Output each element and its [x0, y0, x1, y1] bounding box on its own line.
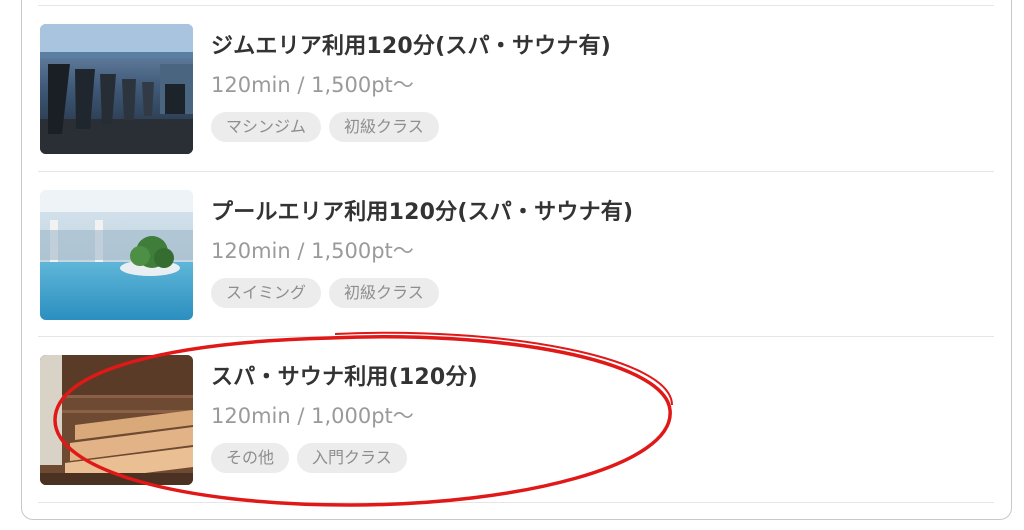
divider — [38, 336, 994, 337]
item-duration-price: 120min / 1,000pt～ — [211, 404, 414, 428]
list-item-gym[interactable]: ジムエリア利用120分(スパ・サウナ有) 120min / 1,500pt～ マ… — [38, 24, 994, 154]
item-duration-price: 120min / 1,500pt～ — [211, 239, 414, 263]
divider — [38, 5, 994, 6]
tag-label: 初級クラス — [329, 278, 439, 308]
divider — [38, 502, 994, 503]
item-title[interactable]: プールエリア利用120分(スパ・サウナ有) — [211, 194, 633, 226]
item-duration-price: 120min / 1,500pt～ — [211, 73, 414, 97]
list-item-pool[interactable]: プールエリア利用120分(スパ・サウナ有) 120min / 1,500pt～ … — [38, 190, 994, 320]
item-title[interactable]: ジムエリア利用120分(スパ・サウナ有) — [211, 28, 611, 60]
indoor-pool-photo — [40, 190, 193, 320]
tag-label: スイミング — [211, 278, 322, 308]
gym-machines-photo — [40, 24, 193, 154]
list-item-sauna[interactable]: スパ・サウナ利用(120分) 120min / 1,000pt～ その他 入門ク… — [38, 355, 994, 485]
tag-label: その他 — [211, 443, 290, 473]
tag-label: マシンジム — [211, 112, 322, 142]
tag-label: 初級クラス — [329, 112, 439, 142]
divider — [38, 171, 994, 172]
item-title[interactable]: スパ・サウナ利用(120分) — [211, 359, 478, 391]
sauna-room-photo — [40, 355, 193, 485]
tag-label: 入門クラス — [297, 443, 407, 473]
